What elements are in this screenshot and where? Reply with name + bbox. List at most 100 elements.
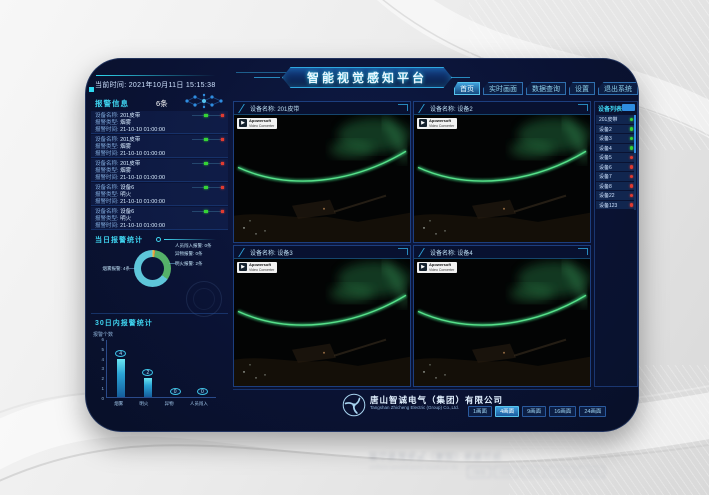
ytick: 6 bbox=[101, 337, 104, 342]
video-cell-title: 设备名称: 设备4 bbox=[414, 246, 590, 259]
device-status-dot bbox=[630, 194, 634, 198]
device-list-action-button[interactable] bbox=[622, 104, 635, 111]
layout-1-button[interactable]: 1画面 bbox=[468, 406, 492, 417]
watermark-logo-icon: ▶ bbox=[419, 119, 427, 127]
green-light-icon bbox=[204, 162, 208, 166]
footer-divider bbox=[233, 389, 591, 390]
device-row[interactable]: 设备3 bbox=[596, 134, 635, 143]
device-row[interactable]: 设备123 bbox=[596, 201, 635, 210]
time-value: 21-10-10 01:00:00 bbox=[120, 199, 165, 205]
red-light-icon bbox=[221, 210, 225, 214]
device-name: 201皮带 bbox=[599, 117, 617, 123]
donut-label-foreign: 异物报警: 0条 bbox=[175, 251, 203, 257]
video-cell-4[interactable]: 设备名称: 设备4 ▶ ApowersoftVideo Converter bbox=[413, 245, 591, 387]
device-label: 设备名称: bbox=[95, 209, 119, 215]
network-nodes-icon bbox=[182, 93, 228, 110]
alarm-status-lights bbox=[192, 139, 224, 140]
watermark-badge: ▶ ApowersoftVideo Converter bbox=[237, 118, 277, 129]
type-value: 明火 bbox=[120, 192, 131, 198]
alarm-info-title: 报警信息 bbox=[95, 98, 129, 109]
bar-fill bbox=[144, 378, 152, 397]
watermark-line2: Video Converter bbox=[249, 268, 274, 272]
type-value: 烟雾 bbox=[120, 120, 131, 126]
tab-settings[interactable]: 设置 bbox=[569, 82, 595, 95]
daily-stats-title: 当日报警统计 bbox=[95, 235, 143, 245]
bar-intrusion: 0 bbox=[189, 340, 215, 397]
device-row[interactable]: 设备22 bbox=[596, 191, 635, 200]
device-row[interactable]: 设备6 bbox=[596, 163, 635, 172]
bar-value-bubble: 4 bbox=[115, 350, 126, 357]
bar-series: 4 2 0 0 bbox=[107, 340, 216, 397]
device-row[interactable]: 201皮带 bbox=[596, 115, 635, 124]
alarm-entry[interactable]: 设备名称: 201皮带 报警类型: 烟雾 报警时间: 21-10-10 01:0… bbox=[91, 159, 228, 182]
device-status-dot bbox=[630, 118, 634, 122]
bar-foreign: 0 bbox=[162, 340, 188, 397]
watermark-logo-icon: ▶ bbox=[239, 263, 247, 271]
device-row[interactable]: 设备8 bbox=[596, 182, 635, 191]
device-name: 设备7 bbox=[599, 174, 612, 180]
video-cell-3[interactable]: 设备名称: 设备3 ▶ ApowersoftVideo Converter bbox=[233, 245, 411, 387]
alarm-entry[interactable]: 设备名称: 设备6 报警类型: 明火 报警时间: 21-10-10 01:00:… bbox=[91, 207, 228, 230]
title-wing-left bbox=[254, 77, 280, 78]
layout-4-button[interactable]: 4画面 bbox=[495, 406, 519, 417]
device-row[interactable]: 设备4 bbox=[596, 144, 635, 153]
tab-data-query[interactable]: 数据查询 bbox=[526, 82, 566, 95]
time-label: 报警时间: bbox=[95, 151, 119, 157]
time-value: 21-10-10 01:00:00 bbox=[120, 127, 165, 133]
video-grid: 设备名称: 201皮带 ▶ ApowersoftVideo Converter … bbox=[233, 101, 591, 387]
decor-ring-icon bbox=[156, 237, 161, 242]
device-name: 设备123 bbox=[599, 203, 617, 209]
video-cell-1[interactable]: 设备名称: 201皮带 ▶ ApowersoftVideo Converter bbox=[233, 101, 411, 243]
alarm-entry[interactable]: 设备名称: 201皮带 报警类型: 烟雾 报警时间: 21-10-10 01:0… bbox=[91, 111, 228, 134]
page-title: 智能视觉感知平台 bbox=[282, 67, 452, 88]
bar-value-bubble: 0 bbox=[170, 388, 181, 395]
company-name-cn: 唐山智诚电气（集团）有限公司 bbox=[370, 395, 503, 405]
video-feed[interactable]: ▶ ApowersoftVideo Converter bbox=[234, 259, 410, 386]
monthly-stats-title: 30日内报警统计 bbox=[95, 318, 153, 328]
alarm-status-lights bbox=[192, 115, 224, 116]
layout-9-button[interactable]: 9画面 bbox=[522, 406, 546, 417]
tab-home[interactable]: 首页 bbox=[454, 82, 480, 95]
tab-exit[interactable]: 退出系统 bbox=[598, 82, 638, 95]
time-label: 报警时间: bbox=[95, 199, 119, 205]
layout-16-button[interactable]: 16画面 bbox=[549, 406, 576, 417]
video-cell-2[interactable]: 设备名称: 设备2 ▶ ApowersoftVideo Converter bbox=[413, 101, 591, 243]
device-value: 201皮带 bbox=[120, 137, 140, 143]
device-name: 设备5 bbox=[599, 155, 612, 161]
video-feed[interactable]: ▶ ApowersoftVideo Converter bbox=[234, 115, 410, 242]
time-value: 21-10-10 01:00:00 bbox=[120, 223, 165, 229]
type-label: 报警类型: bbox=[95, 216, 119, 222]
corner-accent bbox=[89, 87, 94, 92]
page-background: 当前时间: 2021年10月11日 15:15:38 智能视觉感知平台 首页 实… bbox=[0, 0, 709, 495]
alarm-entry[interactable]: 设备名称: 设备6 报警类型: 明火 报警时间: 21-10-10 01:00:… bbox=[91, 183, 228, 206]
device-status-dot bbox=[630, 156, 634, 160]
type-label: 报警类型: bbox=[95, 120, 119, 126]
green-light-icon bbox=[204, 186, 208, 190]
decor-line bbox=[164, 239, 216, 240]
device-value: 设备6 bbox=[120, 209, 134, 215]
device-row[interactable]: 设备7 bbox=[596, 172, 635, 181]
device-row[interactable]: 设备2 bbox=[596, 125, 635, 134]
alarm-status-lights bbox=[192, 163, 224, 164]
device-list: 201皮带 设备2 设备3 设备4 设备5 设备6 设备7 设备8 设备22 设… bbox=[596, 115, 635, 210]
red-light-icon bbox=[221, 114, 225, 118]
device-value: 201皮带 bbox=[120, 113, 140, 119]
category-label: 异物 bbox=[165, 401, 174, 407]
tab-live-view[interactable]: 实时画面 bbox=[483, 82, 523, 95]
device-scrollbar[interactable] bbox=[634, 115, 636, 153]
device-row[interactable]: 设备5 bbox=[596, 153, 635, 162]
layout-24-button[interactable]: 24画面 bbox=[579, 406, 606, 417]
video-feed[interactable]: ▶ ApowersoftVideo Converter bbox=[414, 115, 590, 242]
watermark-line2: Video Converter bbox=[429, 268, 454, 272]
alarm-count-badge: 6条 bbox=[156, 98, 168, 109]
video-feed[interactable]: ▶ ApowersoftVideo Converter bbox=[414, 259, 590, 386]
alarm-entry[interactable]: 设备名称: 201皮带 报警类型: 烟雾 报警时间: 21-10-10 01:0… bbox=[91, 135, 228, 158]
device-status-dot bbox=[630, 184, 634, 188]
green-light-icon bbox=[204, 114, 208, 118]
time-value: 21-10-10 01:00:00 bbox=[120, 151, 165, 157]
video-cell-title: 设备名称: 设备3 bbox=[234, 246, 410, 259]
device-name: 设备6 bbox=[599, 165, 612, 171]
device-status-dot bbox=[630, 146, 634, 150]
watermark-emblem bbox=[186, 281, 222, 317]
device-name: 设备2 bbox=[599, 127, 612, 133]
